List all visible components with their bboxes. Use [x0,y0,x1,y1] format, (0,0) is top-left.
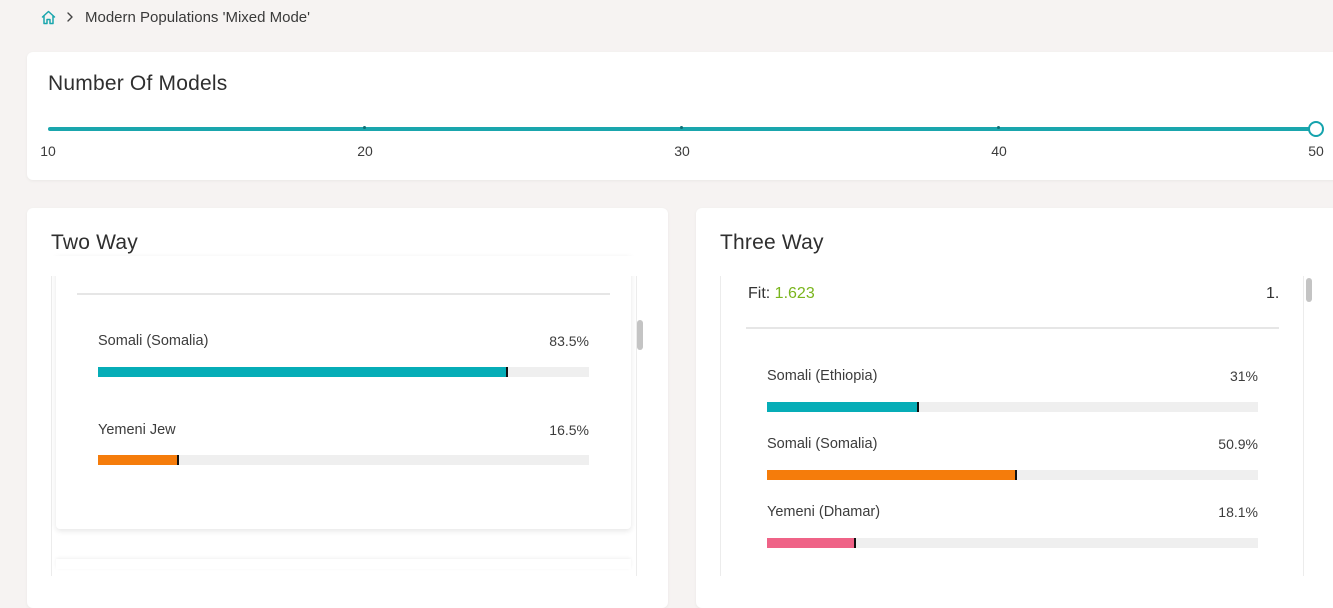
two-way-title: Two Way [51,231,138,254]
slider-tick [680,126,683,129]
three-way-row-pct: 50.9% [1218,436,1258,452]
breadcrumb: Modern Populations 'Mixed Mode' [40,6,310,28]
two-way-result-card [56,256,631,529]
slider-tick-label: 20 [357,143,373,159]
fit-label: Fit: [748,285,771,302]
three-way-bar [767,402,1258,412]
slider-tick-label: 50 [1308,143,1324,159]
two-way-next-card [56,559,631,569]
two-way-row-name: Somali (Somalia) [98,333,209,349]
slider-tick [363,126,366,129]
slider-thumb[interactable] [1308,121,1324,137]
breadcrumb-current: Modern Populations 'Mixed Mode' [85,8,311,26]
slider-tick [997,126,1000,129]
three-way-bar [767,538,1258,548]
result-rank: 1. [1266,285,1280,302]
slider-tick-label: 30 [674,143,690,159]
two-way-scrollbar[interactable] [637,320,643,350]
three-way-bar-fill [767,402,920,412]
three-way-bar [767,470,1258,480]
three-way-scrollbar[interactable] [1306,278,1312,302]
slider-tick-label: 40 [991,143,1007,159]
fit-score: Fit: 1.623 [748,285,815,303]
three-way-bar-fill [767,470,1017,480]
two-way-bar [98,367,589,377]
two-way-bar-fill [98,455,179,465]
two-way-bar [98,455,589,465]
models-title: Number Of Models [48,72,228,95]
three-way-row-pct: 31% [1229,368,1258,384]
three-way-scroll-area[interactable] [720,276,1304,576]
fit-value: 1.623 [774,285,815,302]
two-way-bar-fill [98,367,508,377]
result-divider [77,293,610,295]
home-icon[interactable] [40,9,57,26]
three-way-row-pct: 18.1% [1218,504,1258,520]
result-divider [746,327,1279,329]
slider-tick-label: 10 [40,143,56,159]
three-way-bar-fill [767,538,856,548]
three-way-row-name: Yemeni (Dhamar) [767,504,881,520]
three-way-row-name: Somali (Somalia) [767,436,878,452]
two-way-row-name: Yemeni Jew [98,422,176,438]
three-way-title: Three Way [720,231,824,254]
chevron-right-icon [63,10,77,24]
three-way-row-name: Somali (Ethiopia) [767,368,878,384]
two-way-row-pct: 83.5% [549,333,589,349]
two-way-row-pct: 16.5% [549,422,589,438]
